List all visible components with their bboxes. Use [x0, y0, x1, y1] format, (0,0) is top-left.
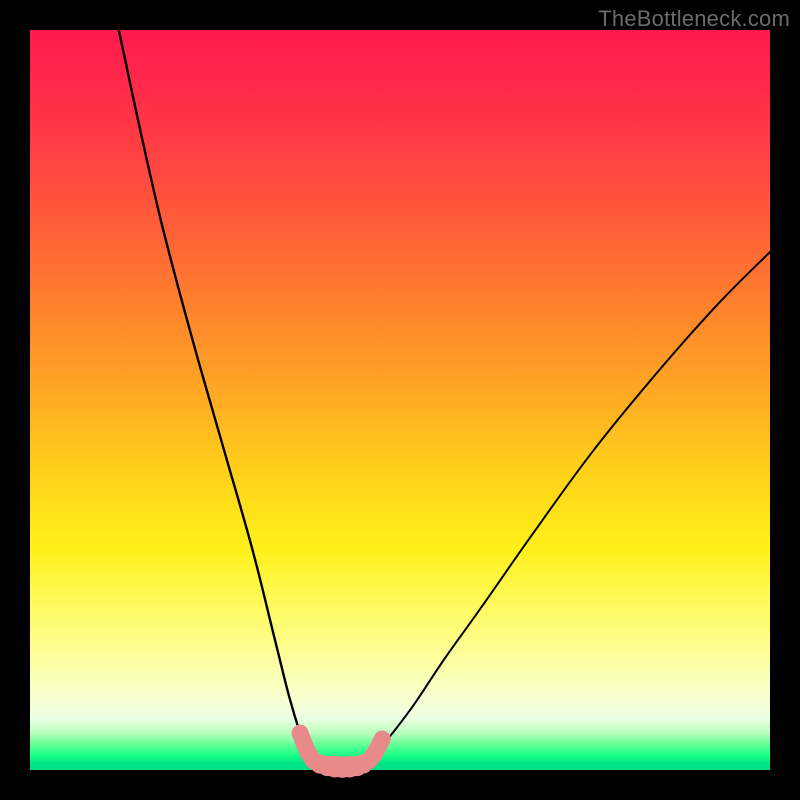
- series-right-branch: [370, 252, 770, 763]
- watermark-text: TheBottleneck.com: [598, 6, 790, 32]
- series-layer: [119, 30, 770, 767]
- chart-frame: TheBottleneck.com: [0, 0, 800, 800]
- markers-layer: [293, 726, 390, 778]
- marker-dot-14: [375, 732, 389, 746]
- marker-dot-0: [293, 726, 307, 740]
- series-left-branch: [119, 30, 315, 763]
- chart-svg: [30, 30, 770, 770]
